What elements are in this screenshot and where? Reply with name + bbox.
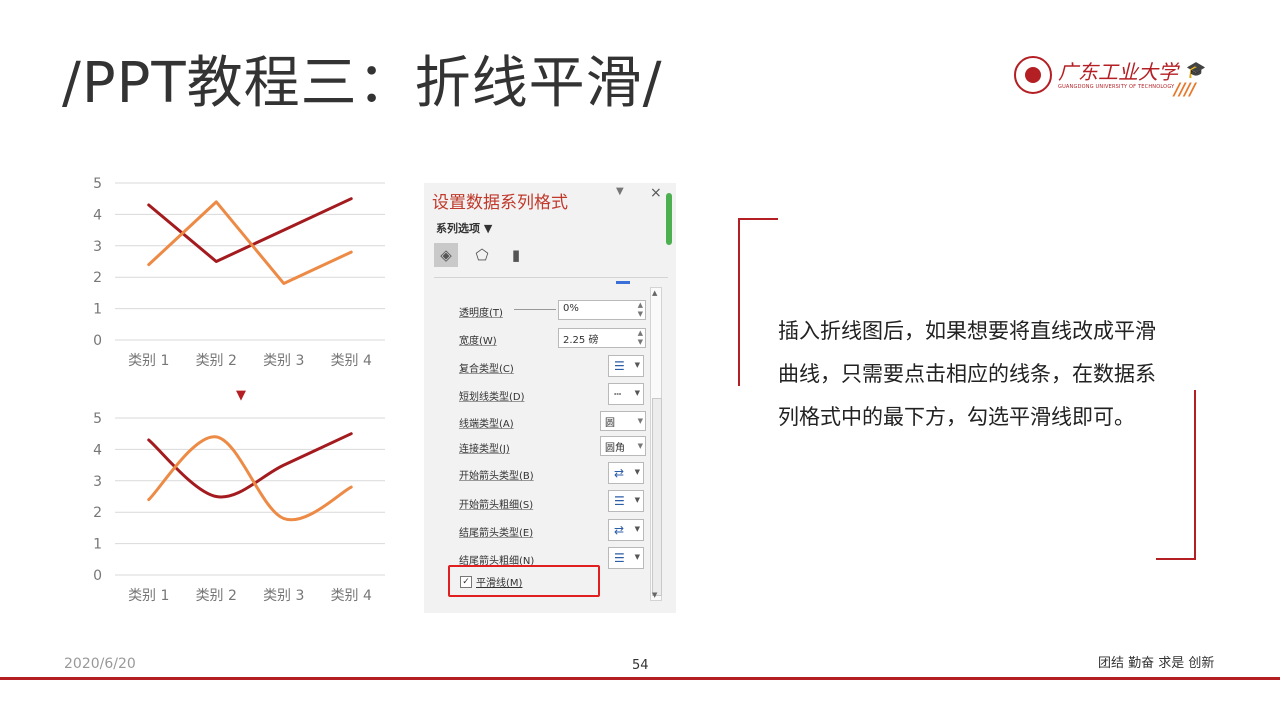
arrows-icon: ⇄ — [614, 466, 625, 480]
footer-date: 2020/6/20 — [64, 656, 136, 672]
slide-title: /PPT教程三：折线平滑/ — [62, 51, 663, 116]
series-line-1 — [147, 197, 353, 263]
begin-arrow-type-dropdown[interactable]: ⇄ ▼ — [608, 462, 644, 484]
description-text: 插入折线图后，如果想要将直线改成平滑曲线，只需要点击相应的线条，在数据系列格式中… — [778, 319, 1156, 429]
begin-arrow-type-label: 开始箭头类型(B) — [459, 471, 534, 482]
y-tick-label: 0 — [93, 568, 102, 584]
arrows-icon: ⇄ — [614, 523, 625, 537]
stripes-icon: //// — [1174, 80, 1196, 100]
scroll-down-icon[interactable]: ▼ — [652, 591, 657, 599]
transparency-slider[interactable] — [514, 309, 556, 310]
y-tick-label: 2 — [93, 505, 102, 521]
chevron-down-icon: ▼ — [634, 525, 640, 533]
arrow-down-icon: ▼ — [236, 388, 246, 403]
close-icon[interactable]: × — [650, 185, 662, 201]
dash-type-label: 短划线类型(D) — [459, 392, 525, 403]
chevron-down-icon: ▼ — [634, 389, 640, 397]
panel-options-dropdown[interactable]: ▼ — [616, 186, 624, 197]
panel-scrollbar[interactable]: ▲ ▼ — [650, 287, 662, 601]
spinner-icon[interactable]: ▲ ▼ — [638, 301, 643, 319]
chevron-down-icon: ▼ — [634, 496, 640, 504]
line-color-swatch[interactable] — [616, 281, 630, 284]
chevron-down-icon: ▼ — [637, 417, 643, 425]
scrollbar-thumb[interactable] — [652, 398, 662, 596]
begin-arrow-size-dropdown[interactable]: ☰ ▼ — [608, 490, 644, 512]
x-tick-label: 类别 4 — [331, 588, 372, 604]
divider — [434, 277, 668, 278]
transparency-input[interactable]: 0% ▲ ▼ — [558, 300, 646, 320]
logo-subtitle: GUANGDONG UNIVERSITY OF TECHNOLOGY — [1058, 84, 1175, 90]
series-options-dropdown[interactable]: 系列选项 ▼ — [436, 220, 492, 236]
compound-type-dropdown[interactable]: ☰ ▼ — [608, 355, 644, 377]
transparency-value: 0% — [563, 303, 579, 314]
cap-type-label: 线端类型(A) — [459, 419, 514, 430]
x-tick-label: 类别 3 — [263, 588, 304, 604]
y-tick-label: 1 — [93, 537, 102, 553]
decorative-bracket-bottom-right — [1156, 390, 1196, 560]
university-logo: 广东工业大学 GUANGDONG UNIVERSITY OF TECHNOLOG… — [1014, 54, 1220, 100]
cap-type-value: 圆 — [605, 418, 615, 429]
lines-icon: ☰ — [614, 551, 625, 565]
y-tick-label: 2 — [93, 270, 102, 286]
chevron-down-icon: ▼ — [634, 553, 640, 561]
dash-type-dropdown[interactable]: ┅ ▼ — [608, 383, 644, 405]
series-options-bar-icon[interactable]: ▮ — [504, 243, 528, 267]
cap-type-dropdown[interactable]: 圆 ▼ — [600, 411, 646, 431]
join-type-dropdown[interactable]: 圆角 ▼ — [600, 436, 646, 456]
chevron-down-icon: ▼ — [634, 361, 640, 369]
dash-lines-icon: ┅ — [614, 387, 622, 401]
end-arrow-size-dropdown[interactable]: ☰ ▼ — [608, 547, 644, 569]
footer-motto: 团结 勤奋 求是 创新 — [1098, 656, 1215, 671]
width-label: 宽度(W) — [459, 336, 497, 347]
y-tick-label: 3 — [93, 474, 102, 490]
x-tick-label: 类别 1 — [128, 353, 169, 369]
y-tick-label: 5 — [93, 411, 102, 427]
x-tick-label: 类别 2 — [196, 588, 237, 604]
decorative-bracket-top-left — [738, 218, 778, 386]
y-tick-label: 1 — [93, 302, 102, 318]
smooth-line-highlight-box — [448, 565, 600, 597]
join-type-label: 连接类型(J) — [459, 444, 510, 455]
width-input[interactable]: 2.25 磅 ▲ ▼ — [558, 328, 646, 348]
begin-arrow-size-label: 开始箭头粗细(S) — [459, 500, 534, 511]
compound-type-label: 复合类型(C) — [459, 364, 514, 375]
chevron-down-icon: ▼ — [637, 442, 643, 450]
y-tick-label: 0 — [93, 333, 102, 349]
end-arrow-type-label: 结尾箭头类型(E) — [459, 528, 534, 539]
format-data-series-panel: 设置数据系列格式 ▼ × 系列选项 ▼ ◈ ⬠ ▮ 透明度(T) 0% ▲ ▼ 宽… — [424, 183, 676, 613]
end-arrow-type-dropdown[interactable]: ⇄ ▼ — [608, 519, 644, 541]
x-tick-label: 类别 4 — [331, 353, 372, 369]
graduation-cap-icon: 🎓 — [1186, 60, 1206, 79]
y-tick-label: 5 — [93, 176, 102, 192]
y-tick-label: 4 — [93, 207, 102, 223]
x-tick-label: 类别 3 — [263, 353, 304, 369]
y-tick-label: 3 — [93, 239, 102, 255]
series-line-1 — [147, 432, 353, 499]
fill-line-icon[interactable]: ◈ — [434, 243, 458, 267]
x-tick-label: 类别 2 — [196, 353, 237, 369]
panel-title: 设置数据系列格式 — [432, 193, 568, 213]
join-type-value: 圆角 — [605, 443, 625, 454]
page-number: 54 — [632, 658, 649, 673]
footer-divider — [0, 677, 1280, 680]
effects-pentagon-icon[interactable]: ⬠ — [470, 243, 494, 267]
transparency-label: 透明度(T) — [459, 308, 503, 319]
chevron-down-icon: ▼ — [634, 468, 640, 476]
scroll-up-icon[interactable]: ▲ — [652, 289, 657, 297]
lines-icon: ☰ — [614, 494, 625, 508]
width-value: 2.25 磅 — [563, 335, 599, 346]
compound-lines-icon: ☰ — [614, 359, 625, 373]
panel-scrollbar[interactable] — [666, 193, 672, 245]
x-tick-label: 类别 1 — [128, 588, 169, 604]
university-seal-icon — [1014, 56, 1052, 94]
logo-name: 广东工业大学 — [1058, 60, 1178, 84]
y-tick-label: 4 — [93, 442, 102, 458]
line-chart-straight: 0 1 2 3 4 5 类别 1 类别 2 类别 3 类别 4 — [93, 176, 385, 369]
spinner-icon[interactable]: ▲ ▼ — [638, 329, 643, 347]
line-chart-smooth: 0 1 2 3 4 5 类别 1 类别 2 类别 3 类别 4 — [93, 411, 385, 604]
